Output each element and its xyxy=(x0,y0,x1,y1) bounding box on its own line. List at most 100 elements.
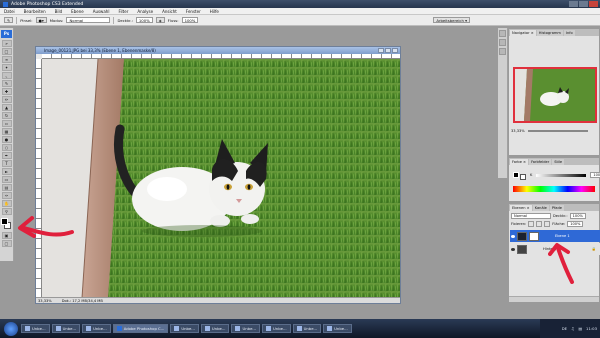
menu-hilfe[interactable]: Hilfe xyxy=(210,9,219,14)
taskbar-item[interactable]: Unbe... xyxy=(82,324,111,333)
layer-opacity-field[interactable]: 100% xyxy=(569,213,586,219)
menu-bild[interactable]: Bild xyxy=(55,9,63,14)
brush-picker[interactable]: ●▾ xyxy=(35,17,47,23)
network-icon[interactable]: ▤ xyxy=(578,326,582,331)
notes-tool-icon[interactable]: ▤ xyxy=(1,184,12,191)
tab-stile[interactable]: Stile xyxy=(552,159,565,165)
layer-row-ebene-1[interactable]: Ebene 1 xyxy=(510,230,600,242)
move-tool-icon[interactable]: ➢ xyxy=(1,40,12,47)
panel-toggle-icon[interactable] xyxy=(499,48,506,55)
doc-minimize-button[interactable] xyxy=(378,48,384,53)
menu-ebene[interactable]: Ebene xyxy=(71,9,84,14)
tab-farbfelder[interactable]: Farbfelder xyxy=(529,159,552,165)
dodge-tool-icon[interactable]: ○ xyxy=(1,144,12,151)
magic-wand-tool-icon[interactable]: ✦ xyxy=(1,64,12,71)
menu-filter[interactable]: Filter xyxy=(118,9,128,14)
crop-tool-icon[interactable]: ⌞ xyxy=(1,72,12,79)
close-button[interactable] xyxy=(589,1,598,7)
tab-pfade[interactable]: Pfade xyxy=(549,205,565,211)
foreground-color-swatch[interactable] xyxy=(1,218,8,225)
taskbar-item[interactable]: Unbe... xyxy=(292,324,322,333)
tab-kanaele[interactable]: Kanäle xyxy=(532,205,549,211)
zoom-tool-icon[interactable]: ⚲ xyxy=(1,208,12,215)
tab-navigator[interactable]: Navigator × xyxy=(510,30,536,36)
lasso-tool-icon[interactable]: ∞ xyxy=(1,56,12,63)
navigator-zoom-value[interactable]: 33,33% xyxy=(511,129,525,133)
document-title-bar[interactable]: Image_00121.JPG bei 33,3% (Ebene 1, Eben… xyxy=(36,47,400,54)
lock-pixels-icon[interactable] xyxy=(536,221,543,227)
blur-tool-icon[interactable]: ● xyxy=(1,136,12,143)
panel-toggle-icon[interactable] xyxy=(499,39,506,46)
modus-select[interactable]: Normal xyxy=(66,17,111,23)
language-indicator[interactable]: DE xyxy=(562,326,567,331)
doc-maximize-button[interactable] xyxy=(385,48,391,53)
navigator-zoom-slider[interactable] xyxy=(527,130,588,132)
quick-mask-icon[interactable]: ▣ xyxy=(1,232,12,239)
tab-farbe[interactable]: Farbe × xyxy=(510,159,529,165)
tool-preset-picker[interactable]: ✎ xyxy=(4,17,14,23)
tab-ebenen[interactable]: Ebenen × xyxy=(510,205,532,211)
slice-tool-icon[interactable]: ✎ xyxy=(1,80,12,87)
shape-tool-icon[interactable]: ▭ xyxy=(1,176,12,183)
minimize-button[interactable] xyxy=(569,1,578,7)
taskbar-item[interactable]: Unbe... xyxy=(51,324,81,333)
type-tool-icon[interactable]: T xyxy=(1,160,12,167)
menu-datei[interactable]: Datei xyxy=(4,9,15,14)
lock-transparency-icon[interactable] xyxy=(528,221,535,227)
menu-fenster[interactable]: Fenster xyxy=(186,9,201,14)
color-spectrum-bar[interactable] xyxy=(513,186,595,192)
blend-mode-select[interactable]: Normal xyxy=(511,213,551,219)
visibility-eye-icon[interactable] xyxy=(511,247,515,251)
taskbar-item[interactable]: Unbe... xyxy=(170,324,199,333)
clone-stamp-icon[interactable]: ▲ xyxy=(1,104,12,111)
path-select-icon[interactable]: ► xyxy=(1,168,12,175)
pen-tool-icon[interactable]: ✒ xyxy=(1,152,12,159)
eraser-tool-icon[interactable]: ▫ xyxy=(1,120,12,127)
menu-analyse[interactable]: Analyse xyxy=(137,9,153,14)
taskbar-item-photoshop[interactable]: Adobe Photoshop C... xyxy=(112,324,169,333)
layer-mask-thumbnail[interactable] xyxy=(529,231,539,241)
taskbar-item[interactable]: Unbe... xyxy=(323,324,352,333)
status-zoom[interactable]: 33,33% xyxy=(38,299,52,303)
menu-bearbeiten[interactable]: Bearbeiten xyxy=(24,9,46,14)
airbrush-toggle[interactable]: ◈ xyxy=(155,17,165,23)
menu-bar: Datei Bearbeiten Bild Ebene Auswahl Filt… xyxy=(0,8,600,15)
visibility-eye-icon[interactable] xyxy=(511,234,515,238)
marquee-tool-icon[interactable]: □ xyxy=(1,48,12,55)
tab-info[interactable]: Info xyxy=(563,30,575,36)
taskbar-item[interactable]: Unbe... xyxy=(262,324,291,333)
taskbar-item[interactable]: Unbe... xyxy=(231,324,261,333)
layers-footer-buttons[interactable] xyxy=(509,296,599,302)
color-bg-swatch[interactable] xyxy=(520,174,526,180)
flaeche-field[interactable]: 100% xyxy=(567,221,584,227)
navigator-thumbnail[interactable] xyxy=(513,67,597,123)
healing-brush-icon[interactable]: ✚ xyxy=(1,88,12,95)
history-brush-icon[interactable]: ↻ xyxy=(1,112,12,119)
doc-close-button[interactable] xyxy=(392,48,398,53)
maximize-button[interactable] xyxy=(579,1,588,7)
brush-tool-icon[interactable]: ✏ xyxy=(1,96,12,103)
deckkr-field[interactable]: 100% xyxy=(135,17,153,23)
screen-mode-icon[interactable]: ▢ xyxy=(1,240,12,247)
lock-all-icon[interactable] xyxy=(544,221,551,227)
taskbar-item[interactable]: Unbe... xyxy=(21,324,50,333)
gradient-tool-icon[interactable]: ▦ xyxy=(1,128,12,135)
clock[interactable]: 11:03 xyxy=(586,326,597,331)
document-window[interactable]: Image_00121.JPG bei 33,3% (Ebene 1, Eben… xyxy=(35,46,401,304)
panel-toggle-icon[interactable] xyxy=(499,30,506,37)
image-canvas[interactable] xyxy=(42,59,400,298)
hand-tool-icon[interactable]: ✋ xyxy=(1,200,12,207)
menu-ansicht[interactable]: Ansicht xyxy=(162,9,177,14)
start-button[interactable] xyxy=(4,321,18,336)
volume-icon[interactable]: ♫ xyxy=(571,326,574,331)
k-value-field[interactable]: 100 xyxy=(590,172,600,178)
color-fg-swatch[interactable] xyxy=(513,172,519,178)
eyedropper-tool-icon[interactable]: ✑ xyxy=(1,192,12,199)
k-slider[interactable] xyxy=(536,173,587,177)
taskbar-item[interactable]: Unbe... xyxy=(200,324,230,333)
fluss-field[interactable]: 100% xyxy=(181,17,199,23)
workspace-button[interactable]: Arbeitsbereich ▾ xyxy=(433,17,470,23)
color-swatches[interactable] xyxy=(1,218,12,229)
tab-histogramm[interactable]: Histogramm xyxy=(536,30,563,36)
menu-auswahl[interactable]: Auswahl xyxy=(93,9,110,14)
